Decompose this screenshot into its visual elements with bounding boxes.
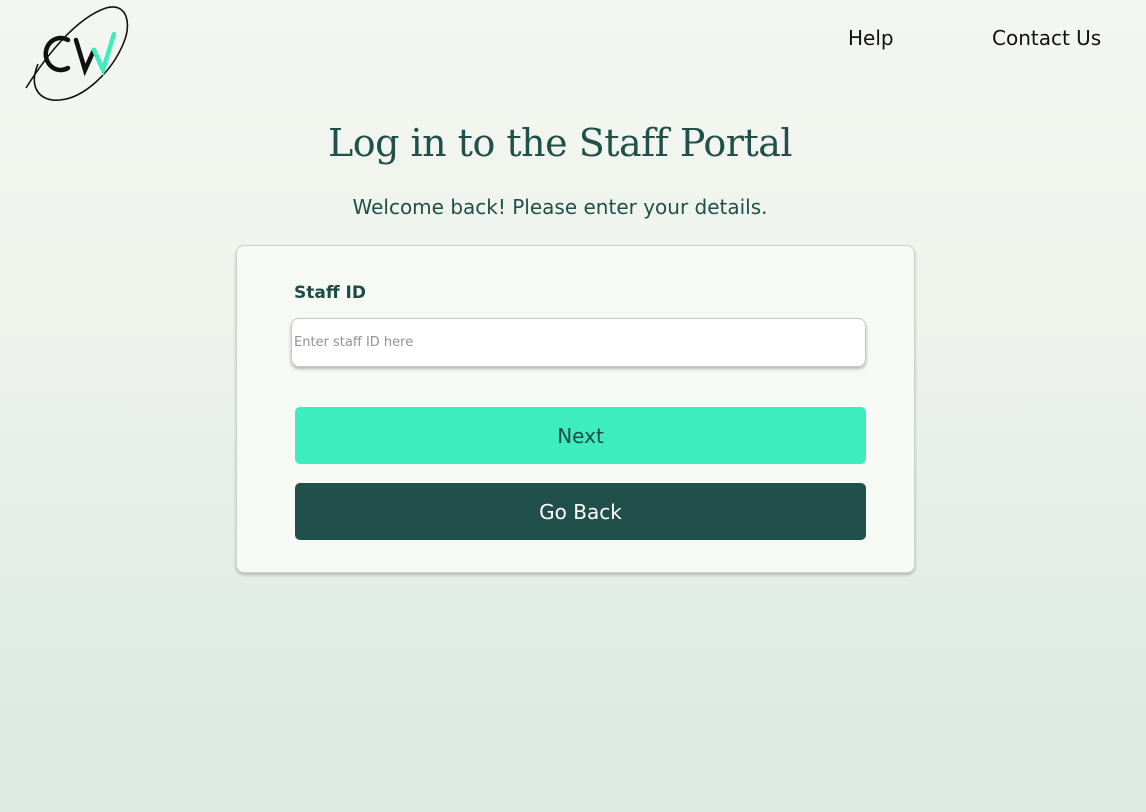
staff-id-input[interactable] <box>291 318 866 367</box>
page-title: Log in to the Staff Portal <box>327 121 793 165</box>
staff-id-label: Staff ID <box>294 283 366 303</box>
next-button[interactable]: Next <box>295 407 866 464</box>
company-logo[interactable] <box>18 4 134 104</box>
nav-help-link[interactable]: Help <box>848 26 894 50</box>
go-back-button[interactable]: Go Back <box>295 483 866 540</box>
nav-contact-us-link[interactable]: Contact Us <box>992 26 1101 50</box>
page-subtitle: Welcome back! Please enter your details. <box>352 195 768 219</box>
login-card: Staff ID Next Go Back <box>236 245 915 573</box>
cw-logo-icon <box>25 6 129 101</box>
